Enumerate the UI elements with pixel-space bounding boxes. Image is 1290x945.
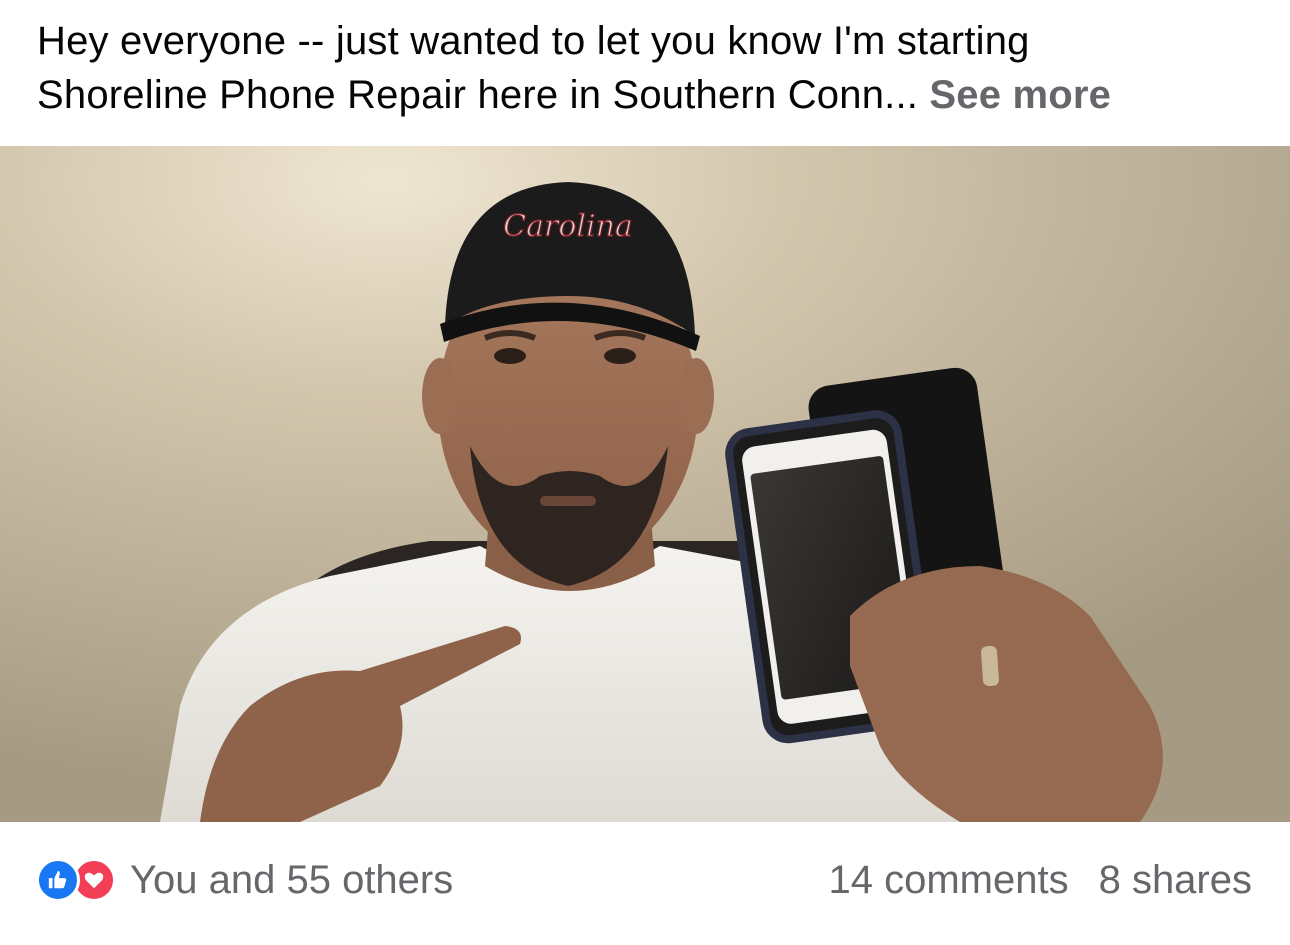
like-icon (36, 858, 80, 902)
photo-illustration: Carolina (0, 146, 1290, 822)
see-more-link[interactable]: See more (929, 73, 1111, 117)
post-text-truncated: Shoreline Phone Repair here in Southern … (37, 73, 919, 117)
comments-count[interactable]: 14 comments (828, 858, 1068, 903)
post-text-line-1: Hey everyone -- just wanted to let you k… (37, 19, 1030, 63)
reactions-text: You and 55 others (130, 858, 454, 902)
post-footer: You and 55 others 14 comments 8 shares (0, 822, 1290, 945)
post-photo[interactable]: Carolina (0, 146, 1290, 822)
post-text-line-2: Shoreline Phone Repair here in Southern … (37, 68, 1267, 122)
cap-logo: Carolina (503, 209, 633, 244)
post-message: Hey everyone -- just wanted to let you k… (37, 14, 1267, 122)
engagement-stats: 14 comments 8 shares (828, 858, 1252, 902)
reactions-summary[interactable]: You and 55 others (36, 858, 453, 902)
shares-count[interactable]: 8 shares (1099, 858, 1252, 903)
